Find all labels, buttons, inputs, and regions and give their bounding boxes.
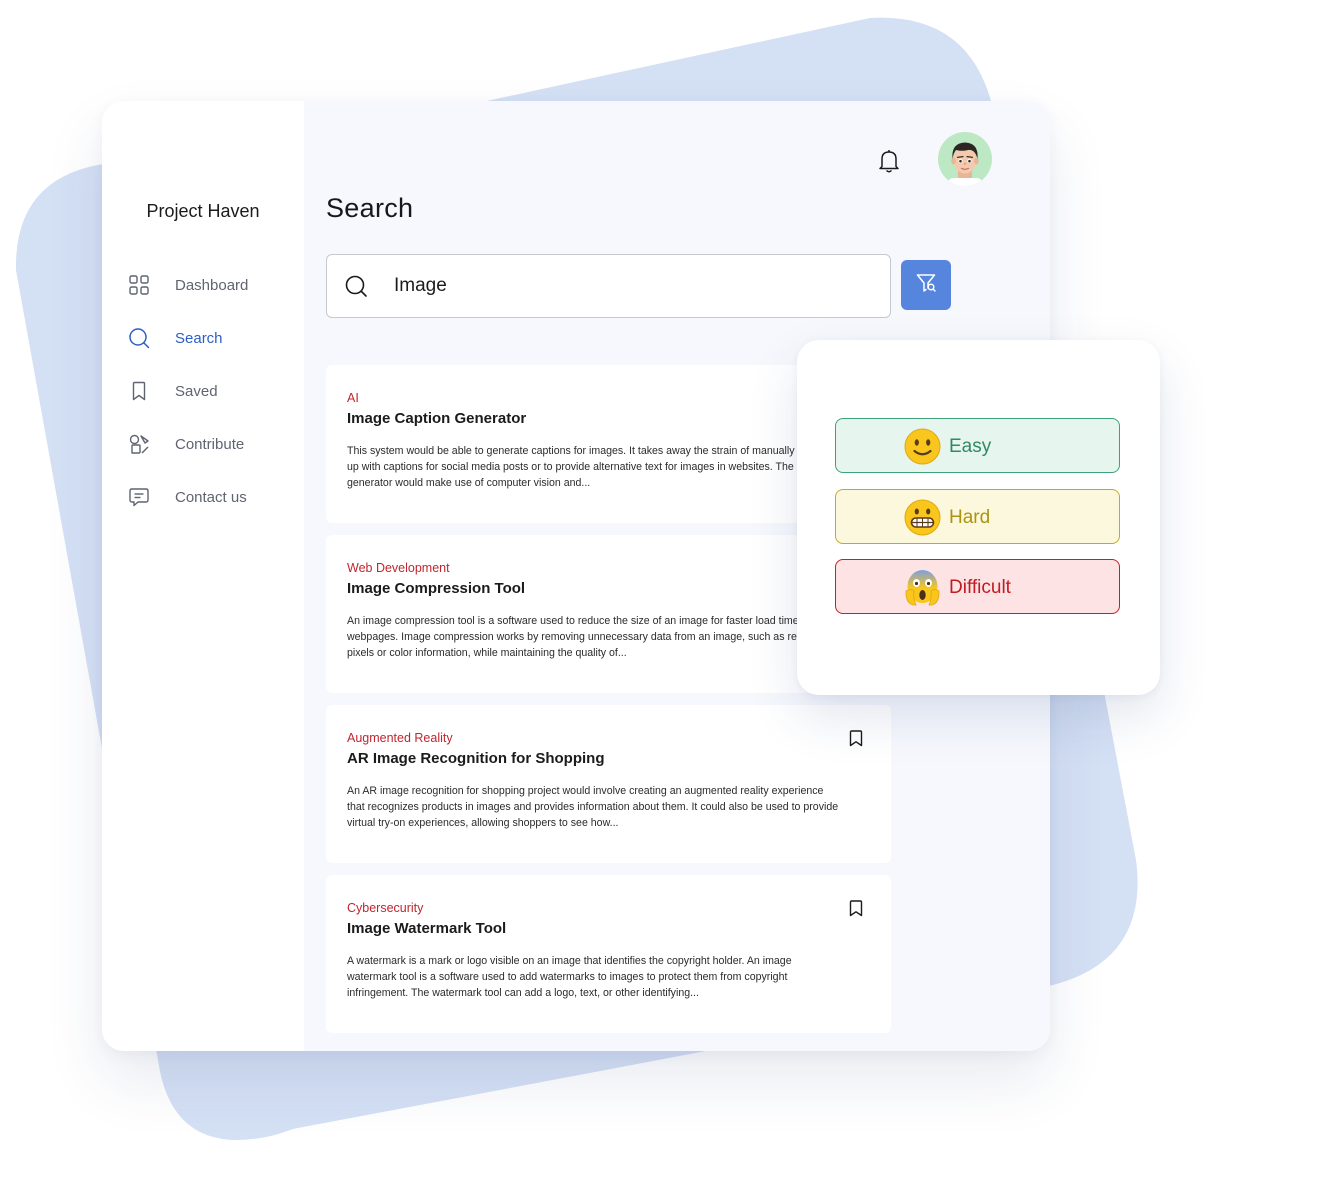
difficulty-popup: Easy Hard Difficult — [797, 340, 1160, 695]
sidebar-item-contact-us[interactable]: Contact us — [128, 479, 247, 515]
bookmark-icon[interactable] — [849, 900, 863, 917]
sidebar-item-dashboard[interactable]: Dashboard — [128, 267, 248, 303]
result-title: Image Caption Generator — [347, 410, 527, 427]
result-card[interactable]: Cybersecurity Image Watermark Tool A wat… — [326, 875, 891, 1033]
result-title: AR Image Recognition for Shopping — [347, 750, 605, 767]
sidebar-item-label: Saved — [175, 382, 218, 400]
difficulty-label: Easy — [949, 436, 992, 457]
search-icon — [344, 274, 368, 298]
filter-icon — [915, 272, 937, 299]
difficulty-option-easy[interactable]: Easy — [835, 418, 1120, 473]
bell-icon[interactable] — [877, 148, 901, 174]
search-input[interactable] — [392, 274, 836, 298]
sidebar-item-label: Contribute — [175, 435, 245, 453]
sidebar-item-label: Search — [175, 329, 223, 347]
result-description: An image compression tool is a software … — [347, 615, 836, 659]
chat-icon — [128, 486, 150, 508]
search-icon — [128, 327, 150, 349]
result-title: Image Compression Tool — [347, 580, 526, 597]
result-category: Web Development — [347, 561, 450, 575]
sidebar-item-label: Dashboard — [175, 276, 249, 294]
result-category: Augmented Reality — [347, 731, 453, 745]
result-description: A watermark is a mark or logo visible on… — [347, 955, 792, 999]
grimacing-face-icon — [904, 499, 941, 536]
result-category: AI — [347, 391, 359, 405]
shapes-icon — [128, 433, 150, 455]
difficulty-option-difficult[interactable]: Difficult — [835, 559, 1120, 614]
difficulty-option-hard[interactable]: Hard — [835, 489, 1120, 544]
result-description: An AR image recognition for shopping pro… — [347, 785, 839, 829]
bookmark-icon — [128, 380, 150, 402]
avatar[interactable] — [938, 132, 992, 186]
difficulty-label: Difficult — [949, 577, 1011, 598]
app-brand: Project Haven — [146, 201, 260, 221]
sidebar-item-label: Contact us — [175, 488, 247, 506]
result-title: Image Watermark Tool — [347, 920, 507, 937]
screaming-face-icon — [904, 569, 941, 606]
result-card[interactable]: Augmented Reality AR Image Recognition f… — [326, 705, 891, 863]
sidebar-item-saved[interactable]: Saved — [128, 373, 218, 409]
sidebar-item-contribute[interactable]: Contribute — [128, 426, 244, 462]
difficulty-label: Hard — [949, 507, 991, 528]
page-title: Search — [326, 193, 414, 223]
filter-button[interactable] — [901, 260, 951, 310]
result-category: Cybersecurity — [347, 901, 424, 915]
memoji-avatar — [948, 142, 982, 186]
sidebar: Project Haven Dashboard Search Saved Con… — [102, 101, 304, 1051]
result-description: This system would be able to generate ca… — [347, 445, 832, 489]
search-bar — [326, 254, 891, 318]
bookmark-icon[interactable] — [849, 730, 863, 747]
grid-icon — [128, 274, 150, 296]
slightly-smiling-face-icon — [904, 428, 941, 465]
sidebar-item-search[interactable]: Search — [128, 320, 223, 356]
